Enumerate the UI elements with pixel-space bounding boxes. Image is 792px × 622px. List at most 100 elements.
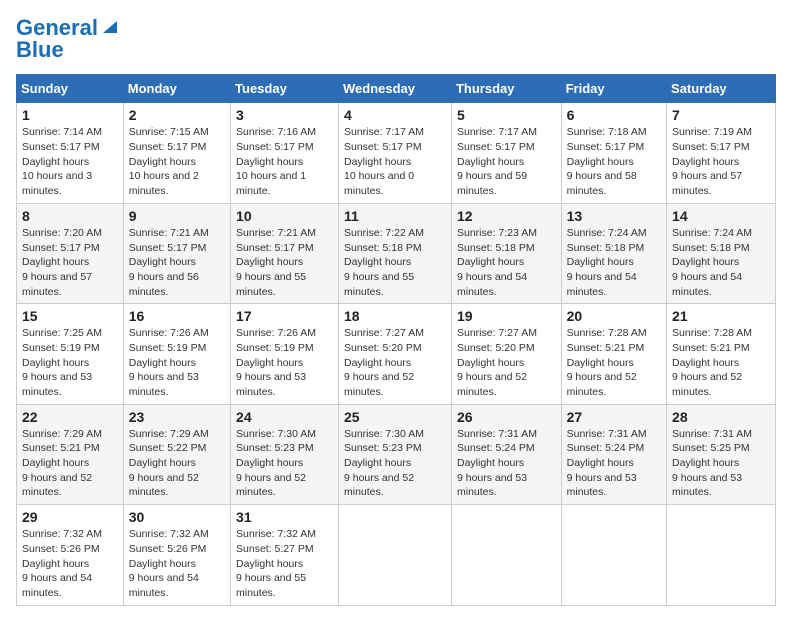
calendar-week-row: 8 Sunrise: 7:20 AM Sunset: 5:17 PM Dayli… [17,203,776,303]
day-number: 18 [344,308,446,324]
calendar-header-row: SundayMondayTuesdayWednesdayThursdayFrid… [17,75,776,103]
day-number: 29 [22,509,118,525]
calendar-cell: 28 Sunrise: 7:31 AM Sunset: 5:25 PM Dayl… [667,404,776,504]
day-info: Sunrise: 7:18 AM Sunset: 5:17 PM Dayligh… [567,125,661,198]
calendar-cell [667,505,776,605]
calendar-cell: 12 Sunrise: 7:23 AM Sunset: 5:18 PM Dayl… [451,203,561,303]
day-info: Sunrise: 7:15 AM Sunset: 5:17 PM Dayligh… [129,125,225,198]
day-number: 5 [457,107,556,123]
day-info: Sunrise: 7:27 AM Sunset: 5:20 PM Dayligh… [457,326,556,399]
logo: General Blue [16,16,119,62]
day-number: 6 [567,107,661,123]
calendar-cell: 6 Sunrise: 7:18 AM Sunset: 5:17 PM Dayli… [561,103,666,203]
day-info: Sunrise: 7:17 AM Sunset: 5:17 PM Dayligh… [457,125,556,198]
logo-icon [101,17,119,35]
day-number: 28 [672,409,770,425]
day-number: 11 [344,208,446,224]
day-number: 12 [457,208,556,224]
calendar-cell: 3 Sunrise: 7:16 AM Sunset: 5:17 PM Dayli… [231,103,339,203]
calendar-cell: 5 Sunrise: 7:17 AM Sunset: 5:17 PM Dayli… [451,103,561,203]
day-info: Sunrise: 7:17 AM Sunset: 5:17 PM Dayligh… [344,125,446,198]
day-number: 13 [567,208,661,224]
day-number: 17 [236,308,333,324]
calendar-cell: 4 Sunrise: 7:17 AM Sunset: 5:17 PM Dayli… [338,103,451,203]
day-number: 3 [236,107,333,123]
day-info: Sunrise: 7:24 AM Sunset: 5:18 PM Dayligh… [672,226,770,299]
calendar-cell: 1 Sunrise: 7:14 AM Sunset: 5:17 PM Dayli… [17,103,124,203]
calendar-cell [451,505,561,605]
day-info: Sunrise: 7:24 AM Sunset: 5:18 PM Dayligh… [567,226,661,299]
day-info: Sunrise: 7:32 AM Sunset: 5:27 PM Dayligh… [236,527,333,600]
day-info: Sunrise: 7:14 AM Sunset: 5:17 PM Dayligh… [22,125,118,198]
calendar-cell: 7 Sunrise: 7:19 AM Sunset: 5:17 PM Dayli… [667,103,776,203]
day-info: Sunrise: 7:31 AM Sunset: 5:24 PM Dayligh… [457,427,556,500]
day-info: Sunrise: 7:28 AM Sunset: 5:21 PM Dayligh… [567,326,661,399]
day-info: Sunrise: 7:27 AM Sunset: 5:20 PM Dayligh… [344,326,446,399]
day-info: Sunrise: 7:31 AM Sunset: 5:24 PM Dayligh… [567,427,661,500]
day-info: Sunrise: 7:20 AM Sunset: 5:17 PM Dayligh… [22,226,118,299]
day-number: 2 [129,107,225,123]
calendar-cell [338,505,451,605]
day-info: Sunrise: 7:30 AM Sunset: 5:23 PM Dayligh… [344,427,446,500]
calendar-cell: 24 Sunrise: 7:30 AM Sunset: 5:23 PM Dayl… [231,404,339,504]
page-header: General Blue [16,16,776,62]
col-header-saturday: Saturday [667,75,776,103]
day-info: Sunrise: 7:26 AM Sunset: 5:19 PM Dayligh… [236,326,333,399]
calendar-cell: 8 Sunrise: 7:20 AM Sunset: 5:17 PM Dayli… [17,203,124,303]
col-header-thursday: Thursday [451,75,561,103]
day-info: Sunrise: 7:31 AM Sunset: 5:25 PM Dayligh… [672,427,770,500]
calendar-table: SundayMondayTuesdayWednesdayThursdayFrid… [16,74,776,605]
calendar-cell: 11 Sunrise: 7:22 AM Sunset: 5:18 PM Dayl… [338,203,451,303]
day-info: Sunrise: 7:21 AM Sunset: 5:17 PM Dayligh… [236,226,333,299]
calendar-week-row: 29 Sunrise: 7:32 AM Sunset: 5:26 PM Dayl… [17,505,776,605]
calendar-cell: 27 Sunrise: 7:31 AM Sunset: 5:24 PM Dayl… [561,404,666,504]
col-header-monday: Monday [123,75,230,103]
day-info: Sunrise: 7:23 AM Sunset: 5:18 PM Dayligh… [457,226,556,299]
day-info: Sunrise: 7:19 AM Sunset: 5:17 PM Dayligh… [672,125,770,198]
day-info: Sunrise: 7:32 AM Sunset: 5:26 PM Dayligh… [22,527,118,600]
calendar-week-row: 15 Sunrise: 7:25 AM Sunset: 5:19 PM Dayl… [17,304,776,404]
calendar-cell [561,505,666,605]
calendar-cell: 16 Sunrise: 7:26 AM Sunset: 5:19 PM Dayl… [123,304,230,404]
day-number: 30 [129,509,225,525]
day-number: 25 [344,409,446,425]
day-number: 21 [672,308,770,324]
day-number: 10 [236,208,333,224]
calendar-cell: 23 Sunrise: 7:29 AM Sunset: 5:22 PM Dayl… [123,404,230,504]
calendar-cell: 26 Sunrise: 7:31 AM Sunset: 5:24 PM Dayl… [451,404,561,504]
calendar-cell: 29 Sunrise: 7:32 AM Sunset: 5:26 PM Dayl… [17,505,124,605]
day-number: 19 [457,308,556,324]
day-number: 9 [129,208,225,224]
calendar-cell: 20 Sunrise: 7:28 AM Sunset: 5:21 PM Dayl… [561,304,666,404]
day-number: 20 [567,308,661,324]
col-header-tuesday: Tuesday [231,75,339,103]
day-info: Sunrise: 7:32 AM Sunset: 5:26 PM Dayligh… [129,527,225,600]
calendar-cell: 10 Sunrise: 7:21 AM Sunset: 5:17 PM Dayl… [231,203,339,303]
calendar-cell: 18 Sunrise: 7:27 AM Sunset: 5:20 PM Dayl… [338,304,451,404]
calendar-cell: 22 Sunrise: 7:29 AM Sunset: 5:21 PM Dayl… [17,404,124,504]
day-number: 31 [236,509,333,525]
day-number: 15 [22,308,118,324]
day-info: Sunrise: 7:21 AM Sunset: 5:17 PM Dayligh… [129,226,225,299]
calendar-cell: 2 Sunrise: 7:15 AM Sunset: 5:17 PM Dayli… [123,103,230,203]
calendar-cell: 21 Sunrise: 7:28 AM Sunset: 5:21 PM Dayl… [667,304,776,404]
day-number: 16 [129,308,225,324]
day-info: Sunrise: 7:30 AM Sunset: 5:23 PM Dayligh… [236,427,333,500]
day-number: 24 [236,409,333,425]
calendar-cell: 14 Sunrise: 7:24 AM Sunset: 5:18 PM Dayl… [667,203,776,303]
col-header-wednesday: Wednesday [338,75,451,103]
calendar-cell: 13 Sunrise: 7:24 AM Sunset: 5:18 PM Dayl… [561,203,666,303]
day-number: 14 [672,208,770,224]
day-number: 1 [22,107,118,123]
day-info: Sunrise: 7:22 AM Sunset: 5:18 PM Dayligh… [344,226,446,299]
col-header-sunday: Sunday [17,75,124,103]
day-number: 27 [567,409,661,425]
col-header-friday: Friday [561,75,666,103]
day-info: Sunrise: 7:28 AM Sunset: 5:21 PM Dayligh… [672,326,770,399]
calendar-cell: 19 Sunrise: 7:27 AM Sunset: 5:20 PM Dayl… [451,304,561,404]
calendar-cell: 30 Sunrise: 7:32 AM Sunset: 5:26 PM Dayl… [123,505,230,605]
calendar-week-row: 1 Sunrise: 7:14 AM Sunset: 5:17 PM Dayli… [17,103,776,203]
day-info: Sunrise: 7:25 AM Sunset: 5:19 PM Dayligh… [22,326,118,399]
calendar-cell: 15 Sunrise: 7:25 AM Sunset: 5:19 PM Dayl… [17,304,124,404]
day-number: 4 [344,107,446,123]
